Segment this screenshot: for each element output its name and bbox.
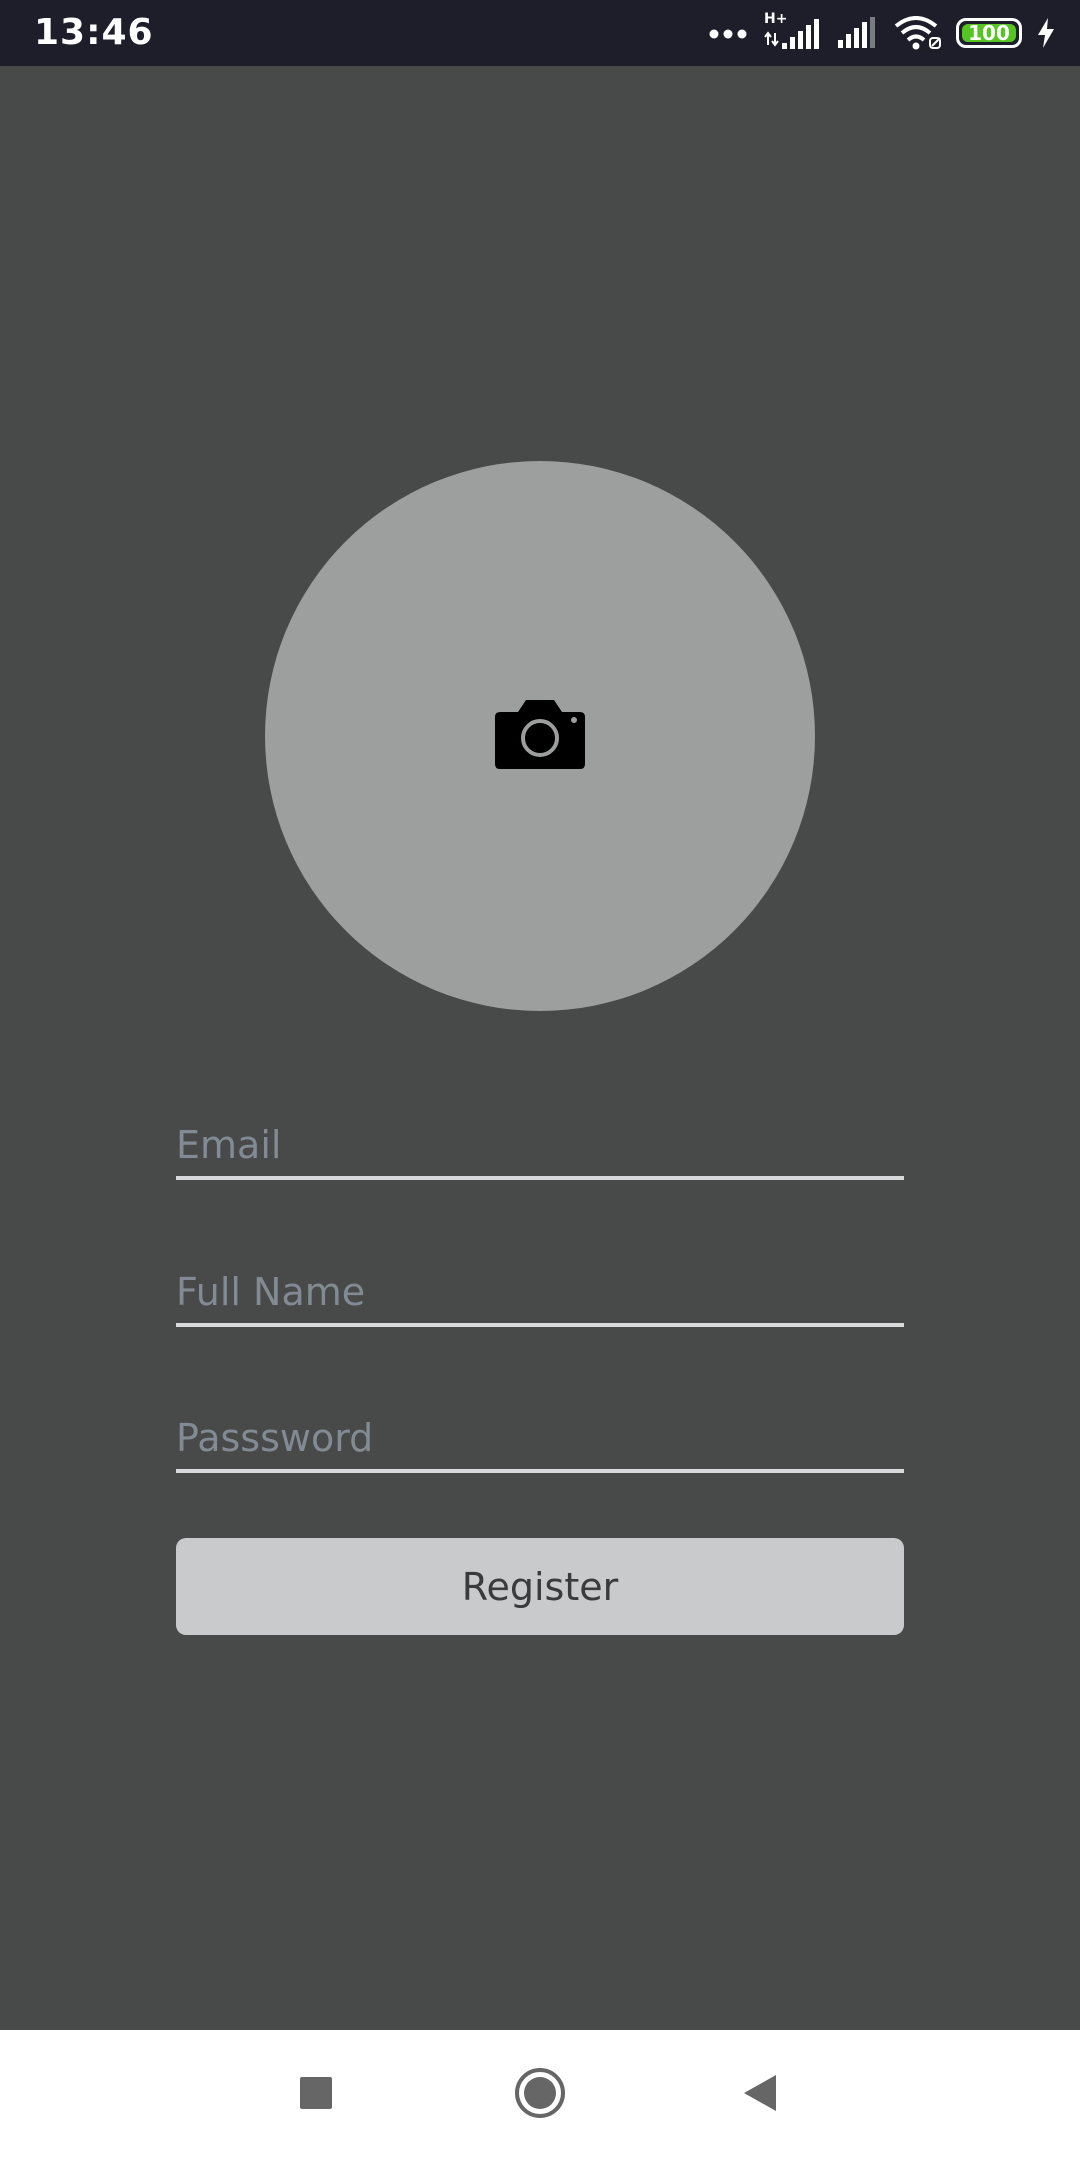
full-name-field[interactable] — [176, 1247, 904, 1323]
avatar-picker[interactable] — [265, 461, 815, 1011]
password-field[interactable] — [176, 1393, 904, 1469]
back-button[interactable] — [700, 2030, 820, 2160]
status-bar: 13:46 H+ 100 — [0, 0, 1080, 66]
signal-icon: H+ — [762, 11, 822, 53]
battery-icon: 100 — [956, 18, 1022, 48]
signal-icon — [836, 16, 880, 50]
register-button[interactable]: Register — [176, 1538, 904, 1635]
email-field[interactable] — [176, 1100, 904, 1176]
recent-apps-button[interactable] — [256, 2030, 376, 2160]
full-name-field-container — [176, 1247, 904, 1327]
camera-icon — [494, 698, 586, 775]
email-field-container — [176, 1100, 904, 1180]
home-icon — [514, 2067, 566, 2124]
charging-icon — [1036, 17, 1056, 49]
recent-apps-icon — [298, 2075, 334, 2116]
battery-level: 100 — [968, 21, 1010, 45]
wifi-icon — [894, 16, 942, 50]
more-dots-icon — [708, 26, 748, 40]
status-time: 13:46 — [34, 12, 154, 53]
status-icons: H+ 100 — [708, 0, 1056, 66]
navigation-bar — [0, 2030, 1080, 2160]
password-field-container — [176, 1393, 904, 1473]
home-button[interactable] — [480, 2030, 600, 2160]
back-icon — [742, 2073, 778, 2118]
